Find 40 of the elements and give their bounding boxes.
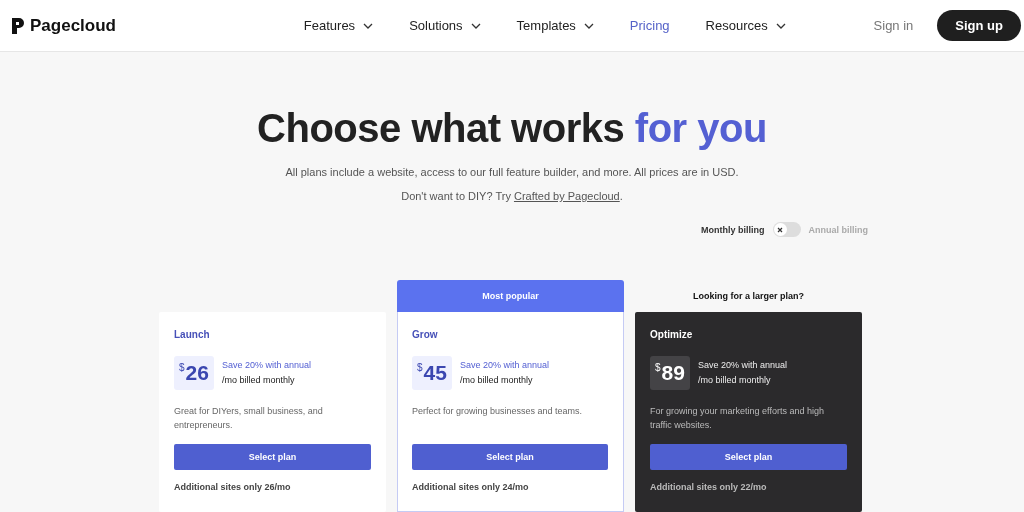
billing-period: /mo billed monthly [221,374,296,387]
plan-caption: Looking for a larger plan? [692,290,805,303]
additional-sites-note: Additional sites only 26/mo [174,482,292,492]
plan-name: Launch [174,329,211,340]
select-plan-button[interactable]: Select plan [174,444,371,470]
save-note: Save 20% with annual [697,359,787,372]
plan-description: Perfect for growing businesses and teams. [412,405,584,418]
save-note: Save 20% with annual [221,359,311,372]
plan-name: Optimize [650,329,694,340]
additional-sites-note: Additional sites only 22/mo [650,482,768,492]
diy-note: Don't want to DIY? Try Crafted by Pagecloud. [400,190,624,202]
page-title: Choose what works for you [256,105,768,152]
price-tag: $89 [650,356,690,390]
nav-item[interactable]: Solutions [409,18,481,33]
annual-billing-label: Annual billing [808,224,868,235]
crafted-link[interactable]: Crafted by Pagecloud [513,190,620,202]
price-tag: $45 [412,356,452,390]
nav-item[interactable]: Features [303,18,374,33]
additional-sites-note: Additional sites only 24/mo [412,482,530,492]
logo-icon [12,17,24,34]
close-icon [777,226,783,233]
billing-toggle[interactable] [772,222,801,237]
nav-item[interactable]: Resources [705,18,786,33]
nav-item[interactable]: Templates [516,18,594,33]
select-plan-button[interactable]: Select plan [412,444,608,470]
sign-up-button[interactable]: Sign up [937,10,1021,41]
monthly-billing-label: Monthly billing [701,224,765,235]
subtitle: All plans include a website, access to our full feature builder, and more. All prices are in USD. [284,166,740,178]
popular-banner: Most popular [397,280,624,312]
billing-period: /mo billed monthly [459,374,534,387]
nav-item[interactable]: Pricing [629,18,670,33]
sign-in-link[interactable]: Sign in [867,17,920,34]
plan-description: For growing your marketing efforts and high traffic websites. [650,405,825,432]
save-note: Save 20% with annual [459,359,549,372]
plan-name: Grow [412,329,439,340]
select-plan-button[interactable]: Select plan [650,444,847,470]
billing-period: /mo billed monthly [697,374,772,387]
plan-description: Great for DIYers, small business, and entrepreneurs. [174,405,324,432]
price-tag: $26 [174,356,214,390]
brand-name: Pagecloud [30,15,116,36]
